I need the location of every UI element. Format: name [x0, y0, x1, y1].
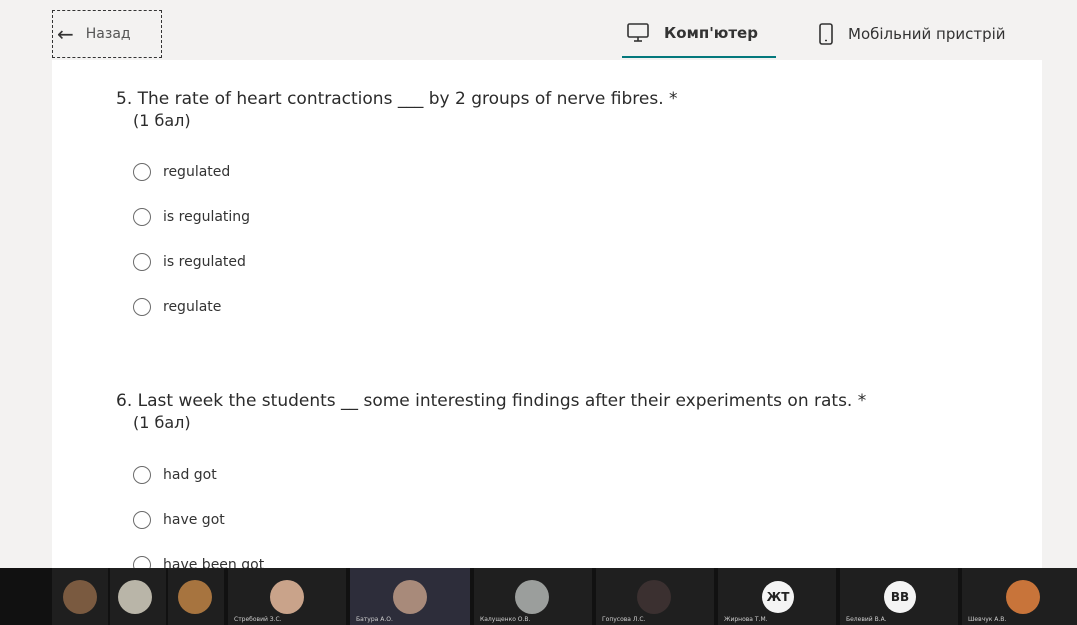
- back-button[interactable]: ← Назад: [52, 10, 162, 58]
- participant-tile[interactable]: [168, 568, 224, 625]
- question-points: (1 бал): [133, 111, 191, 130]
- participant-name: Стребовий З.С.: [234, 616, 282, 623]
- participant-avatar: [1006, 580, 1040, 614]
- participant-tile[interactable]: Батура А.О.: [350, 568, 470, 625]
- preview-toolbar: ← Назад Комп'ютер Мобільний пристрій: [52, 10, 1042, 60]
- form-content: 5. The rate of heart contractions ___ by…: [52, 60, 1042, 574]
- back-label: Назад: [85, 26, 131, 42]
- option-label: is regulating: [163, 208, 251, 225]
- option-regulate[interactable]: regulate: [133, 284, 678, 329]
- participant-avatar: [637, 580, 671, 614]
- option-have-got[interactable]: have got: [133, 497, 866, 542]
- option-label: regulate: [163, 298, 222, 315]
- participant-tile[interactable]: Стребовий З.С.: [228, 568, 346, 625]
- option-is-regulating[interactable]: is regulating: [133, 194, 678, 239]
- participant-tile[interactable]: Калущенко О.В.: [474, 568, 592, 625]
- radio-button[interactable]: [133, 163, 151, 181]
- participant-video-strip: Стребовий З.С. Батура А.О. Калущенко О.В…: [0, 568, 1077, 625]
- question-title: 6. Last week the students __ some intere…: [116, 391, 867, 411]
- participant-tile[interactable]: [110, 568, 166, 625]
- tab-mobile[interactable]: Мобільний пристрій: [818, 10, 1006, 58]
- tab-mobile-label: Мобільний пристрій: [848, 25, 1006, 43]
- radio-button[interactable]: [133, 297, 151, 316]
- question-points: (1 бал): [133, 413, 191, 432]
- phone-icon: [818, 23, 834, 45]
- participant-tile[interactable]: ЖТ Жирнова Т.М.: [718, 568, 836, 625]
- question-6: 6. Last week the students __ some intere…: [116, 390, 866, 587]
- arrow-left-icon: ←: [57, 22, 74, 46]
- question-5: 5. The rate of heart contractions ___ by…: [116, 88, 678, 329]
- participant-tile[interactable]: ВВ Белевий В.А.: [840, 568, 958, 625]
- option-label: is regulated: [163, 253, 246, 270]
- option-is-regulated[interactable]: is regulated: [133, 239, 678, 284]
- participant-avatar: [118, 580, 152, 614]
- participant-name: Шевчук А.В.: [968, 616, 1007, 623]
- option-label: had got: [163, 466, 217, 483]
- participant-name: Белевий В.А.: [846, 616, 887, 623]
- option-label: have got: [163, 511, 225, 528]
- radio-button[interactable]: [133, 465, 151, 484]
- participant-avatar: [393, 580, 427, 614]
- participant-tile[interactable]: Гопусова Л.С.: [596, 568, 714, 625]
- participant-name: Жирнова Т.М.: [724, 616, 768, 623]
- tab-computer-label: Комп'ютер: [664, 24, 758, 42]
- participant-tile[interactable]: Шевчук А.В.: [962, 568, 1077, 625]
- radio-button[interactable]: [133, 252, 151, 271]
- participant-name: Гопусова Л.С.: [602, 616, 646, 623]
- participant-name: Батура А.О.: [356, 616, 393, 623]
- participant-avatar: [515, 580, 549, 614]
- answer-options: regulated is regulating is regulated reg…: [133, 150, 678, 329]
- radio-button[interactable]: [133, 207, 151, 226]
- participant-initials: ВВ: [884, 581, 916, 613]
- tab-computer[interactable]: Комп'ютер: [622, 10, 776, 58]
- radio-button[interactable]: [133, 510, 151, 529]
- participant-avatar: [63, 580, 97, 614]
- participant-tile[interactable]: [52, 568, 108, 625]
- monitor-icon: [626, 22, 650, 44]
- question-title: 5. The rate of heart contractions ___ by…: [116, 89, 678, 109]
- form-frame: ← Назад Комп'ютер Мобільний пристрій 5. …: [0, 0, 1077, 574]
- participant-name: Калущенко О.В.: [480, 616, 531, 623]
- participant-avatar: [178, 580, 212, 614]
- participant-initials: ЖТ: [762, 581, 794, 613]
- participant-avatar: [270, 580, 304, 614]
- option-label: regulated: [163, 164, 231, 180]
- option-regulated[interactable]: regulated: [133, 150, 678, 194]
- answer-options: had got have got have been got: [133, 452, 866, 587]
- option-had-got[interactable]: had got: [133, 452, 866, 497]
